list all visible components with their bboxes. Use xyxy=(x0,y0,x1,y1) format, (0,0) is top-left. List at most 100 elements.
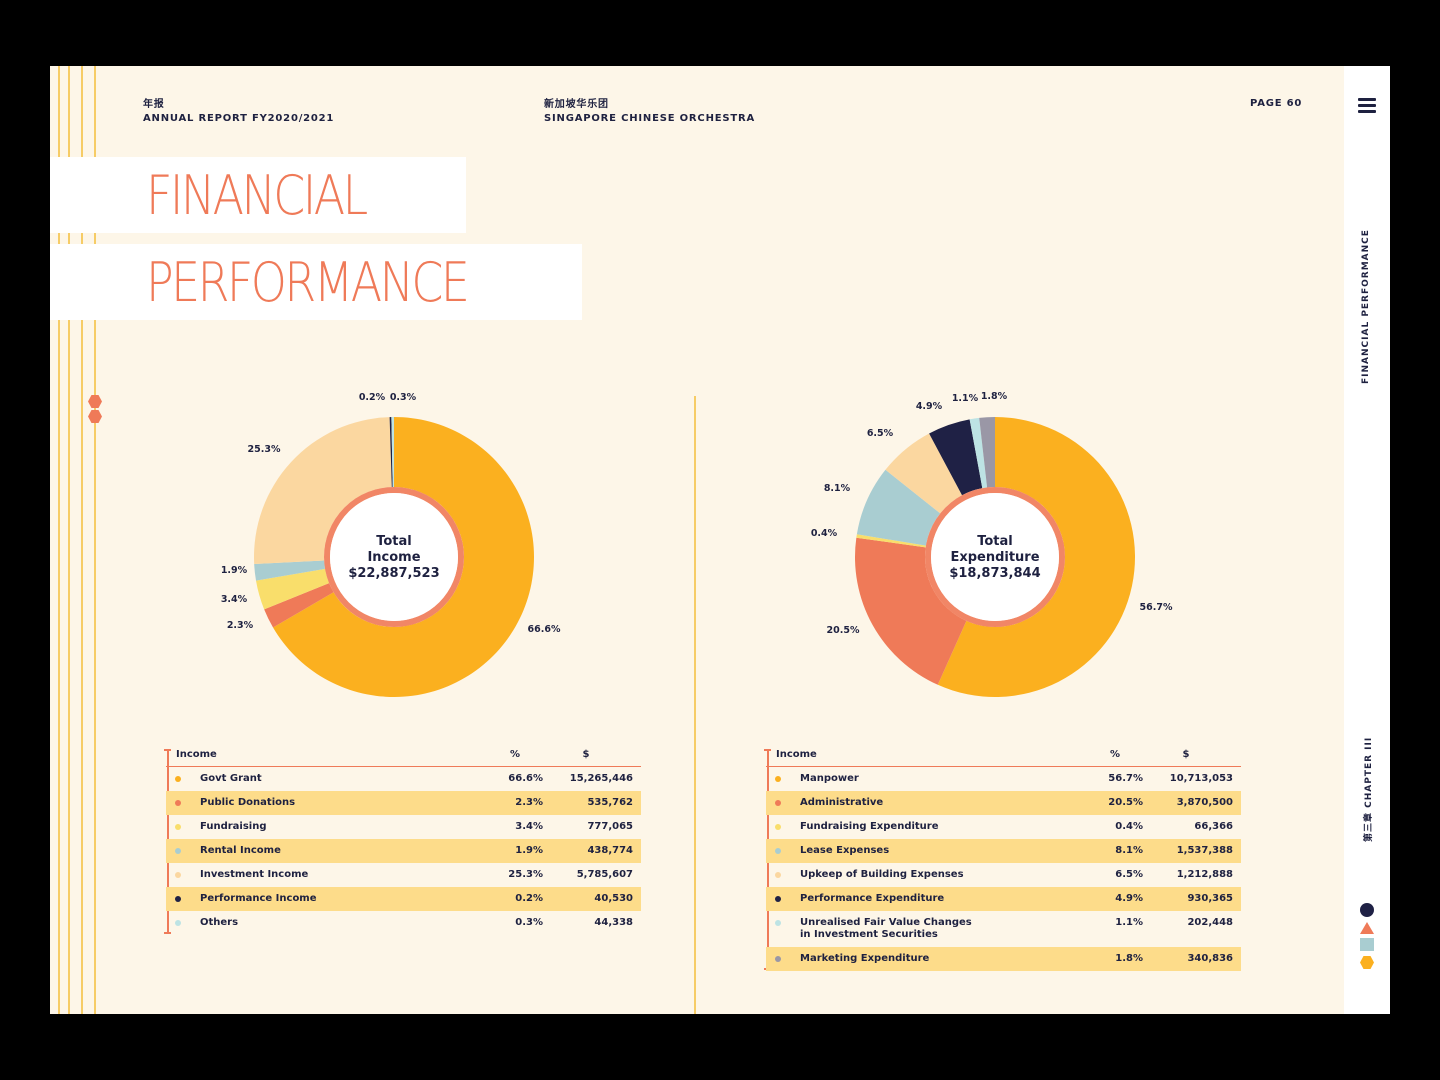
row-amount: 44,338 xyxy=(594,917,633,928)
row-pct: 20.5% xyxy=(1108,797,1143,808)
row-pct: 66.6% xyxy=(508,773,543,784)
table-row: Unrealised Fair Value Changes in Investme… xyxy=(766,911,1241,947)
header-amount: $ xyxy=(1182,749,1190,760)
legend-dot-icon xyxy=(775,776,781,782)
row-pct: 56.7% xyxy=(1108,773,1143,784)
income-table: Income % $ Govt Grant 66.6% 15,265,446 Publi… xyxy=(166,746,641,935)
row-amount: 1,212,888 xyxy=(1176,869,1233,880)
slice-pct-label: 2.3% xyxy=(227,620,254,631)
row-amount: 340,836 xyxy=(1187,953,1233,964)
row-pct: 0.4% xyxy=(1115,821,1143,832)
legend-dot-icon xyxy=(775,824,781,830)
table-row: Public Donations 2.3% 535,762 xyxy=(166,791,641,815)
row-label: Investment Income xyxy=(200,869,309,880)
table-row: Performance Expenditure 4.9% 930,365 xyxy=(766,887,1241,911)
legend-dot-icon xyxy=(175,776,181,782)
legend-dot-icon xyxy=(175,920,181,926)
slice-pct-label: 0.2% xyxy=(359,392,386,403)
row-amount: 535,762 xyxy=(587,797,633,808)
row-pct: 1.9% xyxy=(515,845,543,856)
table-row: Upkeep of Building Expenses 6.5% 1,212,888 xyxy=(766,863,1241,887)
row-pct: 8.1% xyxy=(1115,845,1143,856)
row-label: Unrealised Fair Value Changes in Investme… xyxy=(800,917,1100,941)
income-donut-chart: 66.6% 2.3% 3.4% 1.9% 25.3% 0.2% 0.3% TotalIncom… xyxy=(221,392,561,697)
row-amount: 40,530 xyxy=(594,893,633,904)
row-amount: 202,448 xyxy=(1187,917,1233,928)
row-amount: 438,774 xyxy=(587,845,633,856)
menu-icon-line xyxy=(1358,110,1376,113)
slice-pct-label: 1.8% xyxy=(981,391,1008,402)
menu-icon-line xyxy=(1358,104,1376,107)
slice-pct-label: 6.5% xyxy=(867,428,894,439)
row-label-line: in Investment Securities xyxy=(800,929,938,940)
slice-pct-label: 1.1% xyxy=(952,393,979,404)
table-row: Investment Income 25.3% 5,785,607 xyxy=(166,863,641,887)
row-label: Rental Income xyxy=(200,845,281,856)
slice-pct-label: 0.4% xyxy=(811,528,838,539)
circle-icon xyxy=(1360,903,1374,917)
center-label: Total xyxy=(977,534,1013,549)
legend-dot-icon xyxy=(175,848,181,854)
table-row: Rental Income 1.9% 438,774 xyxy=(166,839,641,863)
row-label: Lease Expenses xyxy=(800,845,890,856)
row-pct: 1.1% xyxy=(1115,917,1143,928)
row-label: Public Donations xyxy=(200,797,296,808)
slice-pct-label: 4.9% xyxy=(916,401,943,412)
center-label: Income xyxy=(367,550,420,565)
slice-pct-label: 56.7% xyxy=(1140,602,1173,613)
row-pct: 1.8% xyxy=(1115,953,1143,964)
table-row: Govt Grant 66.6% 15,265,446 xyxy=(166,767,641,791)
row-label-line: Unrealised Fair Value Changes xyxy=(800,917,972,928)
row-label: Others xyxy=(200,917,239,928)
row-label: Fundraising xyxy=(200,821,267,832)
row-amount: 3,870,500 xyxy=(1176,797,1233,808)
row-pct: 0.2% xyxy=(515,893,543,904)
row-amount: 5,785,607 xyxy=(576,869,633,880)
table-row: Fundraising Expenditure 0.4% 66,366 xyxy=(766,815,1241,839)
table-row: Others 0.3% 44,338 xyxy=(166,911,641,935)
row-amount: 930,365 xyxy=(1187,893,1233,904)
table-row: Marketing Expenditure 1.8% 340,836 xyxy=(766,947,1241,971)
square-icon xyxy=(1360,938,1374,951)
slice-pct-label: 8.1% xyxy=(824,483,851,494)
header-amount: $ xyxy=(582,749,590,760)
center-total-value: $18,873,844 xyxy=(949,566,1040,581)
legend-dot-icon xyxy=(775,872,781,878)
slice-pct-label: 66.6% xyxy=(528,624,561,635)
row-pct: 6.5% xyxy=(1115,869,1143,880)
row-amount: 15,265,446 xyxy=(569,773,633,784)
header-pct: % xyxy=(509,749,521,760)
row-label: Performance Income xyxy=(200,893,317,904)
table-row: Lease Expenses 8.1% 1,537,388 xyxy=(766,839,1241,863)
table-row: Administrative 20.5% 3,870,500 xyxy=(766,791,1241,815)
row-label: Fundraising Expenditure xyxy=(800,821,939,832)
legend-dot-icon xyxy=(775,920,781,926)
row-pct: 25.3% xyxy=(508,869,543,880)
row-label: Manpower xyxy=(800,773,859,784)
row-label: Upkeep of Building Expenses xyxy=(800,869,964,880)
legend-dot-icon xyxy=(175,824,181,830)
triangle-icon xyxy=(1360,922,1374,934)
slice-pct-label: 3.4% xyxy=(221,594,248,605)
table-header: Income % $ xyxy=(766,746,1241,767)
row-pct: 2.3% xyxy=(515,797,543,808)
row-pct: 0.3% xyxy=(515,917,543,928)
header-label: Income xyxy=(176,749,217,760)
side-navigation: FINANCIAL PERFORMANCE 第三章 CHAPTER III xyxy=(1344,66,1390,1014)
legend-dot-icon xyxy=(775,956,781,962)
row-label: Administrative xyxy=(800,797,884,808)
legend-dot-icon xyxy=(175,896,181,902)
center-label: Expenditure xyxy=(950,550,1039,565)
slice-pct-label: 0.3% xyxy=(390,392,417,403)
chapter-label: 第三章 CHAPTER III xyxy=(1364,736,1374,842)
row-pct: 3.4% xyxy=(515,821,543,832)
slice-pct-label: 1.9% xyxy=(221,565,248,576)
row-amount: 10,713,053 xyxy=(1169,773,1233,784)
row-label: Marketing Expenditure xyxy=(800,953,930,964)
menu-icon[interactable] xyxy=(1356,96,1378,114)
table-row: Fundraising 3.4% 777,065 xyxy=(166,815,641,839)
legend-dot-icon xyxy=(775,896,781,902)
row-pct: 4.9% xyxy=(1115,893,1143,904)
header-pct: % xyxy=(1109,749,1121,760)
hexagon-icon xyxy=(1360,956,1374,969)
